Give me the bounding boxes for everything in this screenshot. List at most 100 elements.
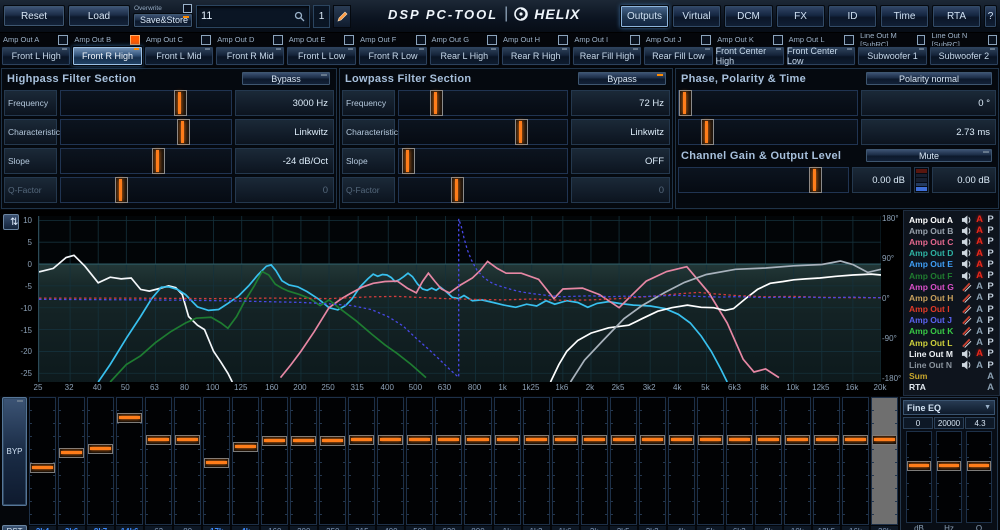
eq-band-handle[interactable] <box>88 444 113 454</box>
phase-toggle[interactable]: P <box>985 304 996 315</box>
tab-front-l-low[interactable]: Front L Low <box>286 46 356 66</box>
slider-track[interactable] <box>60 90 232 116</box>
nav-dcm[interactable]: DCM <box>724 5 773 28</box>
slider-handle[interactable] <box>430 90 443 116</box>
phase-toggle[interactable]: P <box>985 214 996 225</box>
tab-rear-fill-low[interactable]: Rear Fill Low <box>643 46 713 66</box>
eq-band-track[interactable] <box>842 397 869 525</box>
phase-toggle[interactable]: P <box>985 236 996 247</box>
fine-eq-track[interactable] <box>936 431 962 523</box>
eq-band-track[interactable] <box>29 397 56 525</box>
slider-track[interactable] <box>398 177 568 203</box>
channel-checkbox-amp-out-l[interactable] <box>844 35 854 45</box>
speaker-icon[interactable] <box>961 360 974 370</box>
phase-toggle[interactable]: A <box>985 371 996 382</box>
phase-toggle[interactable]: P <box>985 337 996 348</box>
channel-checkbox-amp-out-b[interactable] <box>130 35 140 45</box>
eq-band-handle[interactable] <box>698 435 723 445</box>
eq-band-track[interactable] <box>87 397 114 525</box>
legend-row-amp-out-h[interactable]: Amp Out HAP <box>909 292 996 303</box>
amplitude-toggle[interactable]: A <box>974 337 985 348</box>
eq-band-track[interactable] <box>784 397 811 525</box>
channel-checkbox-amp-out-f[interactable] <box>416 35 426 45</box>
tab-subwoofer-1[interactable]: Subwoofer 1 <box>857 46 927 66</box>
eq-band-handle[interactable] <box>465 435 490 445</box>
legend-row-line-out-n[interactable]: Line Out NAP <box>909 359 996 370</box>
nav-id[interactable]: ID <box>828 5 877 28</box>
slider-handle[interactable] <box>152 148 165 174</box>
eq-band-handle[interactable] <box>727 435 752 445</box>
tab-front-center-low[interactable]: Front Center Low <box>786 46 856 66</box>
preset-name-input[interactable]: 11 <box>196 5 310 28</box>
fine-eq-handle[interactable] <box>937 461 961 471</box>
eq-band-track[interactable] <box>668 397 695 525</box>
legend-row-amp-out-b[interactable]: Amp Out BAP <box>909 225 996 236</box>
eq-band-track[interactable] <box>203 397 230 525</box>
speaker-icon[interactable] <box>961 215 974 225</box>
eq-band-handle[interactable] <box>30 463 55 473</box>
phase-toggle[interactable]: P <box>985 326 996 337</box>
eq-band-track[interactable] <box>610 397 637 525</box>
tab-subwoofer-2[interactable]: Subwoofer 2 <box>929 46 999 66</box>
speaker-icon[interactable] <box>961 349 974 359</box>
slider-handle[interactable] <box>174 90 187 116</box>
slider-track[interactable] <box>398 148 568 174</box>
channel-checkbox-amp-out-a[interactable] <box>58 35 68 45</box>
eq-band-track[interactable] <box>58 397 85 525</box>
amplitude-toggle[interactable]: A <box>974 248 985 259</box>
load-button[interactable]: Load <box>68 5 130 27</box>
eq-band-handle[interactable] <box>59 448 84 458</box>
phase-toggle[interactable]: P <box>985 360 996 371</box>
speaker-icon[interactable] <box>961 237 974 247</box>
channel-checkbox-amp-out-h[interactable] <box>558 35 568 45</box>
channel-checkbox-amp-out-d[interactable] <box>273 35 283 45</box>
gain-slider-handle[interactable] <box>809 167 822 193</box>
eq-band-track[interactable] <box>639 397 666 525</box>
gain-slider-track[interactable] <box>678 167 849 193</box>
fine-eq-track[interactable] <box>906 431 932 523</box>
eq-band-handle[interactable] <box>814 435 839 445</box>
eq-band-handle[interactable] <box>407 435 432 445</box>
eq-band-track[interactable] <box>232 397 259 525</box>
tab-front-r-low[interactable]: Front R Low <box>358 46 428 66</box>
eq-band-handle[interactable] <box>756 435 781 445</box>
eq-band-track[interactable] <box>697 397 724 525</box>
slider-track[interactable] <box>398 119 568 145</box>
slider-handle[interactable] <box>451 177 464 203</box>
eq-band-handle[interactable] <box>495 435 520 445</box>
slider-track[interactable] <box>60 148 232 174</box>
amplitude-toggle[interactable]: A <box>974 259 985 270</box>
phase-toggle[interactable]: P <box>985 348 996 359</box>
search-icon[interactable] <box>294 11 305 22</box>
polarity-button[interactable]: Polarity normal <box>865 71 993 86</box>
legend-row-amp-out-a[interactable]: Amp Out AAP <box>909 214 996 225</box>
legend-row-amp-out-f[interactable]: Amp Out FAP <box>909 270 996 281</box>
phase-toggle[interactable]: P <box>985 292 996 303</box>
channel-checkbox-amp-out-i[interactable] <box>630 35 640 45</box>
mute-button[interactable]: Mute <box>865 148 993 163</box>
fine-eq-handle[interactable] <box>967 461 991 471</box>
legend-row-amp-out-i[interactable]: Amp Out IAP <box>909 304 996 315</box>
amplitude-toggle[interactable]: A <box>974 225 985 236</box>
eq-band-handle[interactable] <box>378 435 403 445</box>
eq-band-handle[interactable] <box>524 435 549 445</box>
amplitude-toggle[interactable]: A <box>974 281 985 292</box>
legend-row-line-out-m[interactable]: Line Out MAP <box>909 348 996 359</box>
eq-band-handle[interactable] <box>262 436 287 446</box>
eq-band-handle[interactable] <box>204 458 229 468</box>
amplitude-toggle[interactable]: A <box>974 315 985 326</box>
channel-checkbox-line-out-m-subrc[interactable] <box>917 35 926 45</box>
eq-band-handle[interactable] <box>233 442 258 452</box>
eq-band-handle[interactable] <box>320 436 345 446</box>
eq-bypass-button[interactable]: BYP <box>2 397 27 506</box>
channel-checkbox-amp-out-g[interactable] <box>487 35 497 45</box>
fine-eq-track[interactable] <box>966 431 992 523</box>
legend-row-amp-out-e[interactable]: Amp Out EAP <box>909 259 996 270</box>
muted-speaker-icon[interactable] <box>961 315 974 325</box>
channel-checkbox-line-out-n-subrc[interactable] <box>988 35 997 45</box>
slider-handle[interactable] <box>115 177 128 203</box>
phase-toggle[interactable]: P <box>985 315 996 326</box>
amplitude-toggle[interactable]: A <box>974 326 985 337</box>
phase-toggle[interactable]: P <box>985 248 996 259</box>
eq-reset-button[interactable]: RST <box>2 525 27 530</box>
